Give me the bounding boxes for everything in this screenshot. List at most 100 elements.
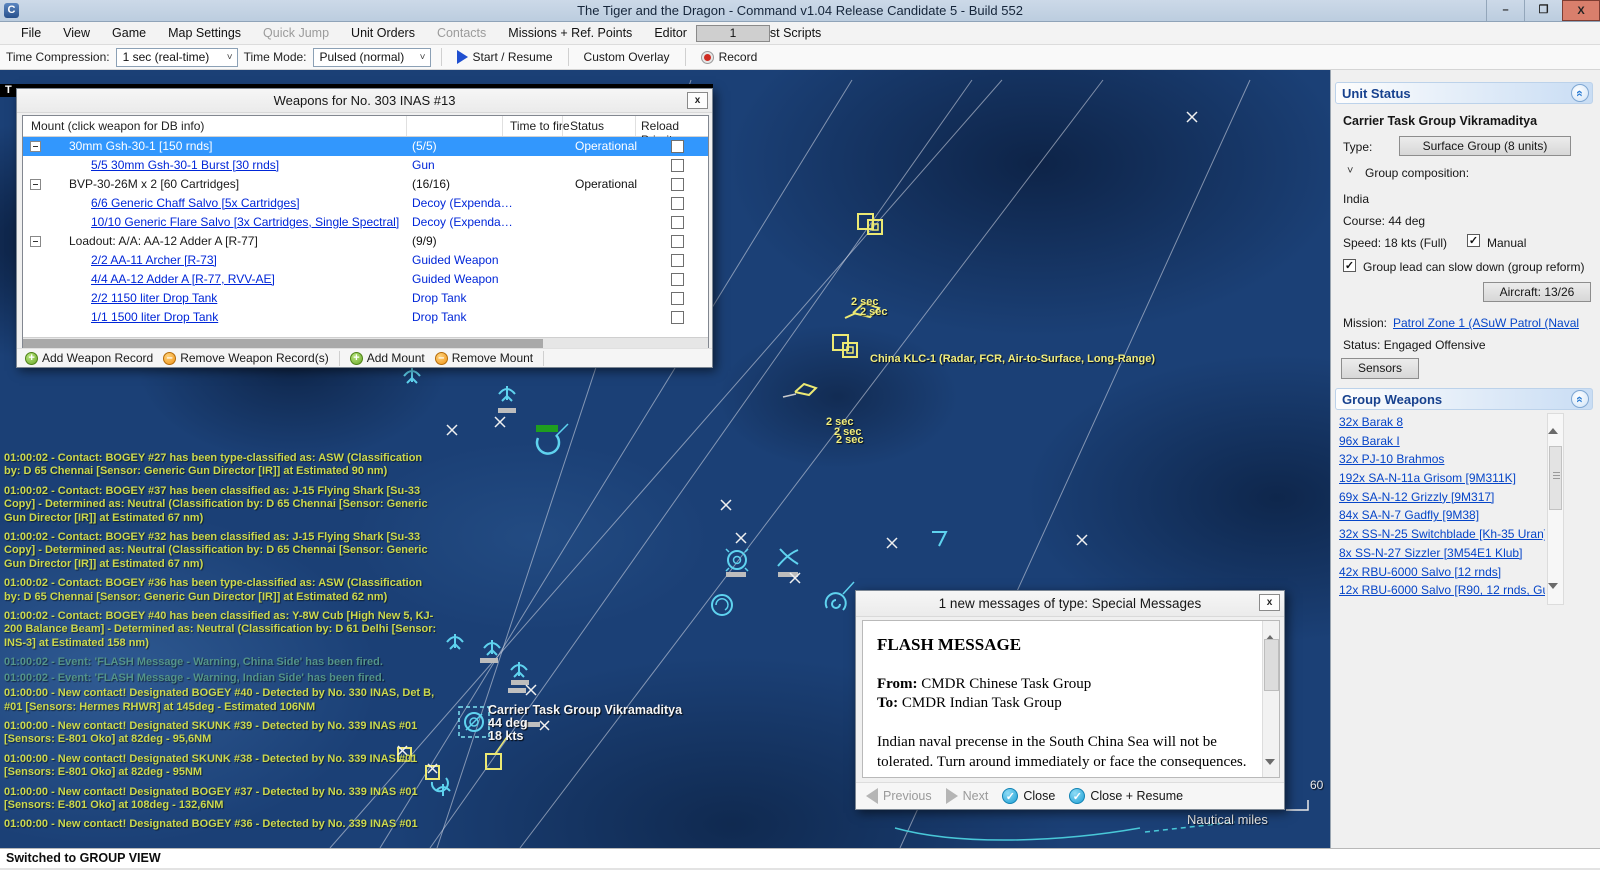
menu-item[interactable]: Contacts [426, 26, 497, 40]
group-weapon-link[interactable]: 8x SS-N-27 Sizzler [3M54E1 Klub] [1339, 546, 1545, 565]
group-weapon-link[interactable]: 32x PJ-10 Brahmos [1339, 452, 1545, 471]
chevron-down-icon[interactable]: ˅ [1347, 165, 1353, 177]
friendly-aircraft-icon[interactable] [932, 532, 946, 546]
group-weapon-link[interactable]: 12x RBU-6000 Salvo [R90, 12 rnds, Gui… [1339, 583, 1545, 602]
scroll-up-icon[interactable] [1265, 621, 1277, 633]
group-weapon-link[interactable]: 96x Barak I [1339, 434, 1545, 453]
menu-item[interactable]: Editor [643, 26, 698, 40]
reload-priority-checkbox[interactable] [671, 311, 684, 324]
reload-priority-checkbox[interactable] [671, 216, 684, 229]
sensors-button[interactable]: Sensors [1341, 358, 1419, 379]
vertical-scrollbar[interactable] [1262, 621, 1279, 777]
close-button[interactable]: X [1562, 0, 1600, 21]
scroll-down-icon[interactable] [1265, 765, 1277, 777]
weapon-row[interactable]: 4/4 AA-12 Adder A [R-77, RVV-AE] Guided … [23, 270, 708, 289]
scrollbar-thumb[interactable] [1264, 639, 1279, 691]
group-weapon-link[interactable]: 42x RBU-6000 Salvo [12 rnds] [1339, 565, 1545, 584]
reload-priority-checkbox[interactable] [671, 235, 684, 248]
surface-contact-icon[interactable] [712, 595, 732, 615]
time-compression-select[interactable]: 1 sec (real-time) ˅ [116, 48, 238, 67]
reload-priority-checkbox[interactable] [671, 292, 684, 305]
weapon-label[interactable]: 10/10 Generic Flare Salvo [3x Cartridges… [91, 215, 399, 229]
add-weapon-record-button[interactable]: + Add Weapon Record [25, 351, 153, 365]
menu-item[interactable]: Quick Jump [252, 26, 340, 40]
close-resume-button[interactable]: ✓ Close + Resume [1069, 788, 1183, 804]
group-weapon-link[interactable]: 84x SA-N-7 Gadfly [9M38] [1339, 508, 1545, 527]
manual-speed-checkbox[interactable]: ✓ [1467, 234, 1480, 247]
friendly-aircraft-icon[interactable] [404, 368, 420, 383]
weapon-row[interactable]: 10/10 Generic Flare Salvo [3x Cartridges… [23, 213, 708, 232]
vertical-scrollbar[interactable] [1547, 413, 1564, 605]
scroll-down-icon[interactable] [1548, 589, 1563, 604]
friendly-aircraft-icon[interactable] [778, 549, 798, 566]
weapon-label[interactable]: 6/6 Generic Chaff Salvo [5x Cartridges] [91, 196, 300, 210]
weapon-label[interactable]: 2/2 1150 liter Drop Tank [91, 291, 217, 305]
aircraft-button[interactable]: Aircraft: 13/26 [1483, 282, 1591, 302]
reload-priority-checkbox[interactable] [671, 178, 684, 191]
remove-weapon-record-button[interactable]: – Remove Weapon Record(s) [163, 351, 329, 365]
unknown-aircraft-icon[interactable] [783, 384, 816, 397]
close-message-button[interactable]: ✓ Close [1002, 788, 1055, 804]
weapon-label[interactable]: Loadout: A/A: AA-12 Adder A [R-77] [69, 234, 258, 248]
group-composition-toggle[interactable]: Group composition: [1365, 166, 1469, 180]
type-button[interactable]: Surface Group (8 units) [1399, 136, 1571, 156]
weapon-label[interactable]: 5/5 30mm Gsh-30-1 Burst [30 rnds] [91, 158, 279, 172]
unknown-contact-cluster[interactable] [833, 335, 857, 357]
close-icon[interactable]: x [1259, 594, 1280, 611]
scrollbar-thumb[interactable] [1549, 446, 1562, 510]
collapse-panel-button[interactable]: « [1571, 390, 1589, 408]
horizontal-scrollbar[interactable] [23, 337, 708, 348]
menu-item[interactable]: View [52, 26, 101, 40]
minimize-button[interactable]: – [1486, 0, 1524, 21]
menu-item[interactable]: Game [101, 26, 157, 40]
reload-priority-checkbox[interactable] [671, 197, 684, 210]
menu-item[interactable]: Unit Orders [340, 26, 426, 40]
maximize-button[interactable]: ❐ [1524, 0, 1562, 21]
group-lead-checkbox[interactable]: ✓ [1343, 259, 1356, 272]
scrollbar-thumb[interactable] [23, 339, 543, 348]
weapon-row[interactable]: 1/1 1500 liter Drop Tank Drop Tank [23, 308, 708, 327]
weapons-dialog[interactable]: Weapons for No. 303 INAS #13 x Mount (cl… [16, 88, 713, 368]
next-button[interactable]: Next [946, 788, 989, 804]
mission-link[interactable]: Patrol Zone 1 (ASuW Patrol (Naval [1393, 316, 1579, 330]
weapon-label[interactable]: 2/2 AA-11 Archer [R-73] [91, 253, 217, 267]
weapon-row[interactable]: 6/6 Generic Chaff Salvo [5x Cartridges] … [23, 194, 708, 213]
group-weapon-link[interactable]: 192x SA-N-11a Grisom [9M311K] [1339, 471, 1545, 490]
close-icon[interactable]: x [687, 92, 708, 109]
collapse-panel-button[interactable]: « [1571, 84, 1589, 102]
group-weapon-link[interactable]: 32x SS-N-25 Switchblade [Kh-35 Uran] [1339, 527, 1545, 546]
weapon-row[interactable]: 2/2 1150 liter Drop Tank Drop Tank [23, 289, 708, 308]
weapon-row[interactable]: BVP-30-26M x 2 [60 Cartridges] (16/16) O… [23, 175, 708, 194]
expander-icon[interactable] [30, 179, 41, 190]
reload-priority-checkbox[interactable] [671, 254, 684, 267]
friendly-aircraft-icon[interactable] [447, 634, 463, 649]
custom-overlay-button[interactable]: Custom Overlay [579, 50, 675, 64]
special-messages-dialog[interactable]: 1 new messages of type: Special Messages… [855, 590, 1285, 810]
expander-icon[interactable] [30, 141, 41, 152]
start-resume-button[interactable]: Start / Resume [452, 50, 558, 64]
group-weapon-link[interactable]: 69x SA-N-12 Grizzly [9M317] [1339, 490, 1545, 509]
friendly-aircraft-icon[interactable] [511, 662, 527, 677]
weapon-row[interactable]: 5/5 30mm Gsh-30-1 Burst [30 rnds] Gun [23, 156, 708, 175]
menu-item[interactable]: File [10, 26, 52, 40]
test-scripts-counter[interactable]: 1 [696, 25, 770, 42]
weapon-row[interactable]: Loadout: A/A: AA-12 Adder A [R-77] (9/9) [23, 232, 708, 251]
previous-button[interactable]: Previous [866, 788, 932, 804]
remove-mount-button[interactable]: – Remove Mount [435, 351, 533, 365]
group-weapon-link[interactable]: 32x Barak 8 [1339, 415, 1545, 434]
weapon-row[interactable]: 30mm Gsh-30-1 [150 rnds] (5/5) Operation… [23, 137, 708, 156]
expander-icon[interactable] [30, 236, 41, 247]
weapon-row[interactable]: 2/2 AA-11 Archer [R-73] Guided Weapon [23, 251, 708, 270]
friendly-aircraft-icon[interactable] [484, 640, 500, 655]
reload-priority-checkbox[interactable] [671, 273, 684, 286]
friendly-aircraft-icon[interactable] [499, 386, 515, 401]
menu-item[interactable]: Missions + Ref. Points [497, 26, 643, 40]
record-button[interactable]: Record [696, 50, 763, 64]
weapon-label[interactable]: 1/1 1500 liter Drop Tank [91, 310, 218, 324]
weapon-label[interactable]: 4/4 AA-12 Adder A [R-77, RVV-AE] [91, 272, 275, 286]
surface-contact-icon[interactable] [826, 582, 854, 610]
scroll-up-icon[interactable] [1548, 414, 1563, 429]
weapon-label[interactable]: 30mm Gsh-30-1 [150 rnds] [69, 139, 212, 153]
time-mode-select[interactable]: Pulsed (normal) ˅ [313, 48, 431, 67]
reload-priority-checkbox[interactable] [671, 140, 684, 153]
